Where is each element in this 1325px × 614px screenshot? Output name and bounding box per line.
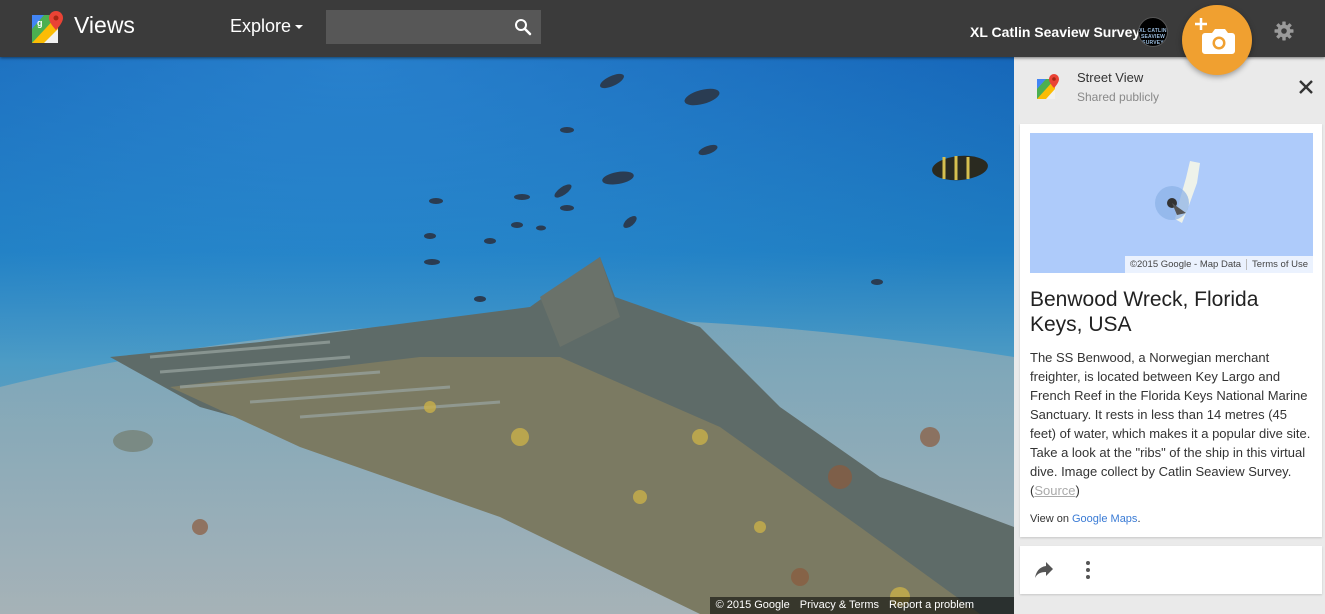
view-on-prefix: View on: [1030, 513, 1072, 525]
panel-header: Street View Shared publicly: [1014, 57, 1325, 122]
action-bar: [1020, 546, 1322, 594]
source-title: Street View: [1077, 70, 1144, 85]
report-problem-link[interactable]: Report a problem: [889, 599, 974, 611]
avatar-text: XL CATLIN SEAVIEW SURVEY: [1139, 28, 1167, 46]
footer-copyright: © 2015 Google: [715, 599, 790, 611]
map-attribution: ©2015 Google - Map Data Terms of Use: [1124, 256, 1313, 273]
explore-menu[interactable]: Explore: [230, 16, 304, 37]
search-icon[interactable]: [514, 18, 532, 36]
search-box: [326, 10, 541, 44]
description-end: ): [1075, 483, 1080, 498]
description-text: The SS Benwood, a Norwegian merchant fre…: [1030, 350, 1311, 498]
place-card: ©2015 Google - Map Data Terms of Use Benw…: [1020, 124, 1322, 537]
google-maps-link[interactable]: Google Maps: [1072, 513, 1137, 525]
map-graphic: [1155, 161, 1200, 223]
account-name[interactable]: XL Catlin Seaview Survey: [970, 24, 1140, 40]
avatar[interactable]: XL CATLIN SEAVIEW SURVEY: [1138, 17, 1168, 47]
add-photo-button[interactable]: [1182, 5, 1252, 75]
add-photo-camera-icon: [1195, 18, 1235, 54]
map-terms-link[interactable]: Terms of Use: [1252, 259, 1308, 270]
info-panel: Street View Shared publicly ©2015 Google…: [1014, 57, 1325, 614]
more-vert-icon[interactable]: [1085, 560, 1091, 580]
source-subtitle: Shared publicly: [1077, 90, 1160, 104]
app-title[interactable]: Views: [74, 12, 135, 39]
street-view-pin-icon: [1037, 74, 1059, 99]
place-title: Benwood Wreck, Florida Keys, USA: [1030, 288, 1259, 336]
close-icon[interactable]: [1299, 80, 1313, 94]
place-description: The SS Benwood, a Norwegian merchant fre…: [1030, 348, 1312, 500]
privacy-terms-link[interactable]: Privacy & Terms: [800, 599, 879, 611]
caret-down-icon: [295, 25, 304, 30]
source-link[interactable]: Source: [1034, 483, 1075, 498]
google-maps-pin-icon[interactable]: g: [30, 9, 66, 45]
view-on-suffix: .: [1137, 513, 1141, 525]
svg-text:g: g: [37, 18, 43, 28]
panorama-footer: © 2015 Google Privacy & Terms Report a pro…: [709, 597, 1014, 614]
explore-label: Explore: [230, 16, 292, 36]
map-data-credit: ©2015 Google - Map Data: [1129, 259, 1242, 270]
street-view-panorama[interactable]: © 2015 Google Privacy & Terms Report a pro…: [0, 57, 1014, 614]
gear-icon[interactable]: [1274, 21, 1294, 41]
view-on-maps: View on Google Maps.: [1030, 513, 1141, 525]
mini-map[interactable]: ©2015 Google - Map Data Terms of Use: [1030, 133, 1313, 273]
underwater-wreck-image[interactable]: [0, 57, 1014, 614]
search-input[interactable]: [326, 10, 506, 44]
share-arrow-icon[interactable]: [1034, 561, 1054, 579]
top-bar: g Views Explore XL Catlin Seaview Survey…: [0, 0, 1325, 57]
